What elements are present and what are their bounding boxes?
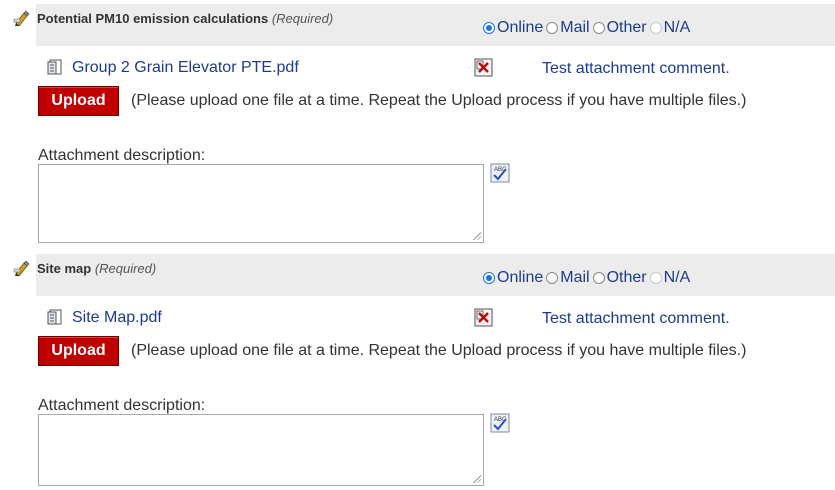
pdf-file-icon: [46, 58, 64, 76]
required-label: (Required): [271, 11, 334, 26]
attached-file-link[interactable]: Site Map.pdf: [72, 309, 162, 327]
radio-other-label[interactable]: Other: [607, 269, 647, 287]
radio-mail[interactable]: [546, 22, 559, 34]
radio-na[interactable]: [649, 22, 662, 34]
attached-file-row: Site Map.pdf Test attachment comment.: [0, 307, 835, 329]
section-title: Potential PM10 emission calculations (Re…: [37, 11, 333, 26]
attached-file-link[interactable]: Group 2 Grain Elevator PTE.pdf: [72, 59, 299, 77]
delete-attachment-icon[interactable]: [474, 308, 493, 327]
radio-mail-label[interactable]: Mail: [560, 19, 589, 37]
attached-file-row: Group 2 Grain Elevator PTE.pdf Test atta…: [0, 57, 835, 79]
attachment-section-pm10: Potential PM10 emission calculations (Re…: [0, 0, 835, 243]
pdf-file-icon: [46, 308, 64, 326]
section-title-text: Potential PM10 emission calculations: [37, 11, 269, 26]
attachment-section-site-map: Site map (Required) Online Mail Other N/…: [0, 250, 835, 490]
attachment-description-label: Attachment description:: [38, 147, 206, 164]
attachment-description-label: Attachment description:: [38, 397, 206, 414]
radio-online-label[interactable]: Online: [497, 19, 543, 37]
upload-button[interactable]: Upload: [38, 86, 119, 116]
upload-instructions: (Please upload one file at a time. Repea…: [131, 342, 747, 359]
radio-online-label[interactable]: Online: [497, 269, 543, 287]
spellcheck-icon[interactable]: ABC: [490, 413, 510, 433]
required-label: (Required): [94, 261, 157, 276]
radio-mail[interactable]: [546, 272, 559, 284]
attachment-pencil-icon: [13, 9, 31, 27]
resize-grip-icon[interactable]: [473, 232, 481, 240]
attachment-description-textarea[interactable]: [38, 164, 484, 243]
section-title-text: Site map: [37, 261, 92, 276]
upload-button[interactable]: Upload: [38, 336, 119, 366]
radio-other[interactable]: [592, 272, 605, 284]
delete-attachment-icon[interactable]: [474, 58, 493, 77]
submission-method-radio-group: Online Mail Other N/A: [481, 269, 691, 287]
attachment-pencil-icon: [13, 259, 31, 277]
attachment-comment: Test attachment comment.: [542, 310, 730, 327]
radio-other[interactable]: [592, 22, 605, 34]
radio-mail-label[interactable]: Mail: [560, 269, 589, 287]
radio-na-label[interactable]: N/A: [664, 269, 691, 287]
submission-method-radio-group: Online Mail Other N/A: [481, 19, 691, 37]
spellcheck-icon[interactable]: ABC: [490, 163, 510, 183]
radio-other-label[interactable]: Other: [607, 19, 647, 37]
radio-na[interactable]: [649, 272, 662, 284]
radio-online[interactable]: [483, 272, 495, 284]
upload-instructions: (Please upload one file at a time. Repea…: [131, 92, 747, 109]
resize-grip-icon[interactable]: [473, 475, 481, 483]
attachment-comment: Test attachment comment.: [542, 60, 730, 77]
section-title: Site map (Required): [37, 261, 156, 276]
radio-na-label[interactable]: N/A: [664, 19, 691, 37]
attachment-description-textarea[interactable]: [38, 414, 484, 486]
radio-online[interactable]: [483, 22, 495, 34]
